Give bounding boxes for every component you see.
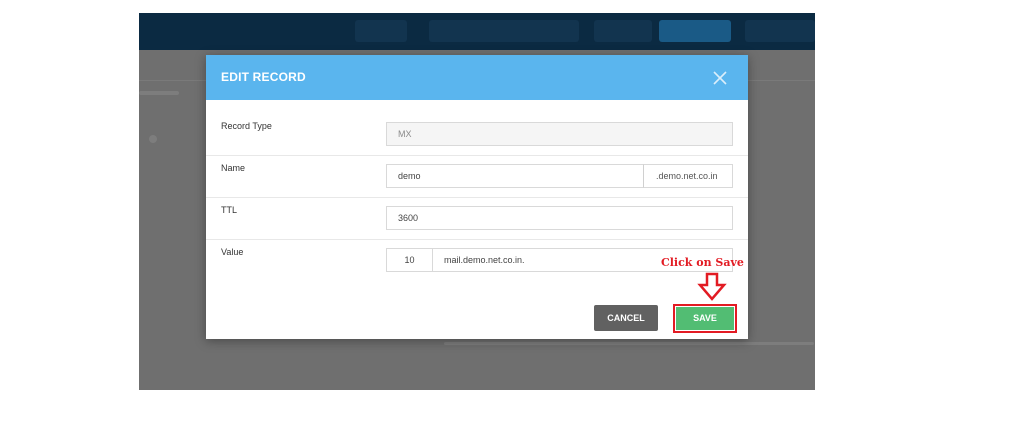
modal-header: EDIT RECORD [206,55,748,100]
ttl-row: TTL 3600 [206,197,748,240]
ttl-label: TTL [221,205,238,215]
name-input[interactable]: demo [386,164,644,188]
arrow-down-icon [697,272,727,301]
domain-suffix: .demo.net.co.in [643,164,733,188]
record-type-label: Record Type [221,121,272,131]
close-icon[interactable] [710,68,730,88]
value-label: Value [221,247,244,257]
record-type-row: Record Type MX [206,113,748,156]
name-row: Name demo .demo.net.co.in [206,155,748,198]
app-topbar [139,13,815,50]
topbar-search [429,20,579,42]
background-icon [149,135,157,143]
background-text [139,91,179,95]
topbar-reseller [594,20,652,42]
save-button[interactable]: SAVE [676,307,734,330]
click-on-save-annotation: Click on Save [661,256,744,269]
priority-input[interactable]: 10 [386,248,433,272]
record-type-field: MX [386,122,733,146]
modal-title: EDIT RECORD [221,70,306,84]
edit-record-modal: EDIT RECORD Record Type MX Name demo .de… [206,55,748,339]
cancel-button[interactable]: CANCEL [594,305,658,331]
ttl-input[interactable]: 3600 [386,206,733,230]
topbar-button [659,20,731,42]
background-text [444,342,814,345]
topbar-menu [355,20,407,42]
name-label: Name [221,163,246,173]
topbar-account [745,20,815,42]
